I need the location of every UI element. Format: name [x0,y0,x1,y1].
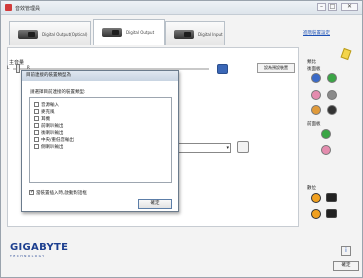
gray-jack-icon[interactable] [327,90,337,100]
tab-label: Digital Output(Optical) [42,32,88,37]
black-jack-icon[interactable] [327,105,337,115]
autopop-checkbox-row[interactable]: 當裝置插入時,啟動對話框 [29,189,87,196]
checkbox[interactable] [34,137,39,142]
list-item[interactable]: 後喇叭輸出 [34,130,64,137]
list-item[interactable]: 前喇叭輸出 [34,123,64,130]
tab-label: Digital Input [198,32,223,37]
ok-close-button[interactable]: 確定 [333,261,359,271]
device-type-dialog: 目前連接的裝置類型為 請選擇目前連接的裝置類型: 音源輸入 麥克風 耳機 前喇叭… [21,70,179,212]
device-type-list: 音源輸入 麥克風 耳機 前喇叭輸出 後喇叭輸出 中央/重低音輸出 側喇叭輸出 [29,97,172,183]
autopop-label: 當裝置插入時,啟動對話框 [36,191,87,196]
info-icon[interactable]: i [341,246,351,256]
orange-jack-icon[interactable] [311,105,321,115]
spdif-jack-icon [174,30,194,39]
tab-digital-output[interactable]: Digital Output [93,19,165,45]
tab-digital-input[interactable]: Digital Input [165,21,225,45]
digital-label: 數位 [307,186,316,191]
close-button[interactable]: ✕ [341,3,358,11]
list-item[interactable]: 耳機 [34,116,50,123]
coaxial-jack-icon[interactable] [311,209,321,219]
checkbox[interactable] [34,123,39,128]
format-dropdown[interactable]: ▾ [177,143,231,153]
checkbox[interactable] [34,130,39,135]
chevron-down-icon: ▾ [226,145,229,151]
maximize-button[interactable]: □ [328,3,337,11]
checkbox[interactable] [34,109,39,114]
list-item[interactable]: 音源輸入 [34,102,59,109]
audio-manager-window: 音效管理員 – □ ✕ Digital Output(Optical) Digi… [0,0,363,278]
optical-jack-icon[interactable] [326,209,337,218]
autopop-checkbox[interactable] [29,189,34,195]
app-icon [5,4,12,11]
brand-tagline: TECHNOLOGY [10,254,46,258]
analog-label: 類比 [307,60,316,65]
undo-format-button[interactable] [237,141,249,153]
list-item[interactable]: 麥克風 [34,109,55,116]
checkbox[interactable] [34,144,39,149]
checkbox[interactable] [34,102,39,107]
title-bar[interactable]: 音效管理員 – □ ✕ [1,1,362,15]
mute-speaker-icon[interactable] [217,64,228,74]
tab-label: Digital Output [126,30,155,35]
device-tabs: Digital Output(Optical) Digital Output D… [5,19,305,47]
minimize-button[interactable]: – [317,3,326,11]
slider-thumb[interactable] [16,64,20,73]
front-panel-label: 前面板 [307,122,321,127]
front-green-jack-icon[interactable] [321,129,331,139]
coaxial-jack-icon[interactable] [311,193,321,203]
front-pink-jack-icon[interactable] [321,145,331,155]
list-item[interactable]: 中央/重低音輸出 [34,137,74,144]
brand-logo: GIGABYTE [10,242,69,253]
connector-panel: 類比 後面板 前面板 數位 [301,47,357,237]
set-default-device-button[interactable]: 設為預設裝置 [257,63,295,73]
ok-button[interactable]: 確定 [138,199,172,209]
dialog-prompt: 請選擇目前連接的裝置類型: [30,90,86,95]
spdif-jack-icon [102,28,122,37]
back-panel-label: 後面板 [307,67,321,72]
checkbox[interactable] [34,116,39,121]
dialog-title: 目前連接的裝置類型為 [22,71,178,81]
green-jack-icon[interactable] [327,73,337,83]
spdif-jack-icon [18,30,38,39]
window-title: 音效管理員 [15,6,41,12]
left-channel-label: L [7,65,10,70]
optical-jack-icon[interactable] [326,193,337,202]
list-item[interactable]: 側喇叭輸出 [34,144,64,151]
pink-jack-icon[interactable] [311,90,321,100]
advanced-settings-link[interactable]: 進階裝置設定 [303,30,330,36]
tab-digital-output-optical[interactable]: Digital Output(Optical) [9,21,91,45]
blue-jack-icon[interactable] [311,73,321,83]
